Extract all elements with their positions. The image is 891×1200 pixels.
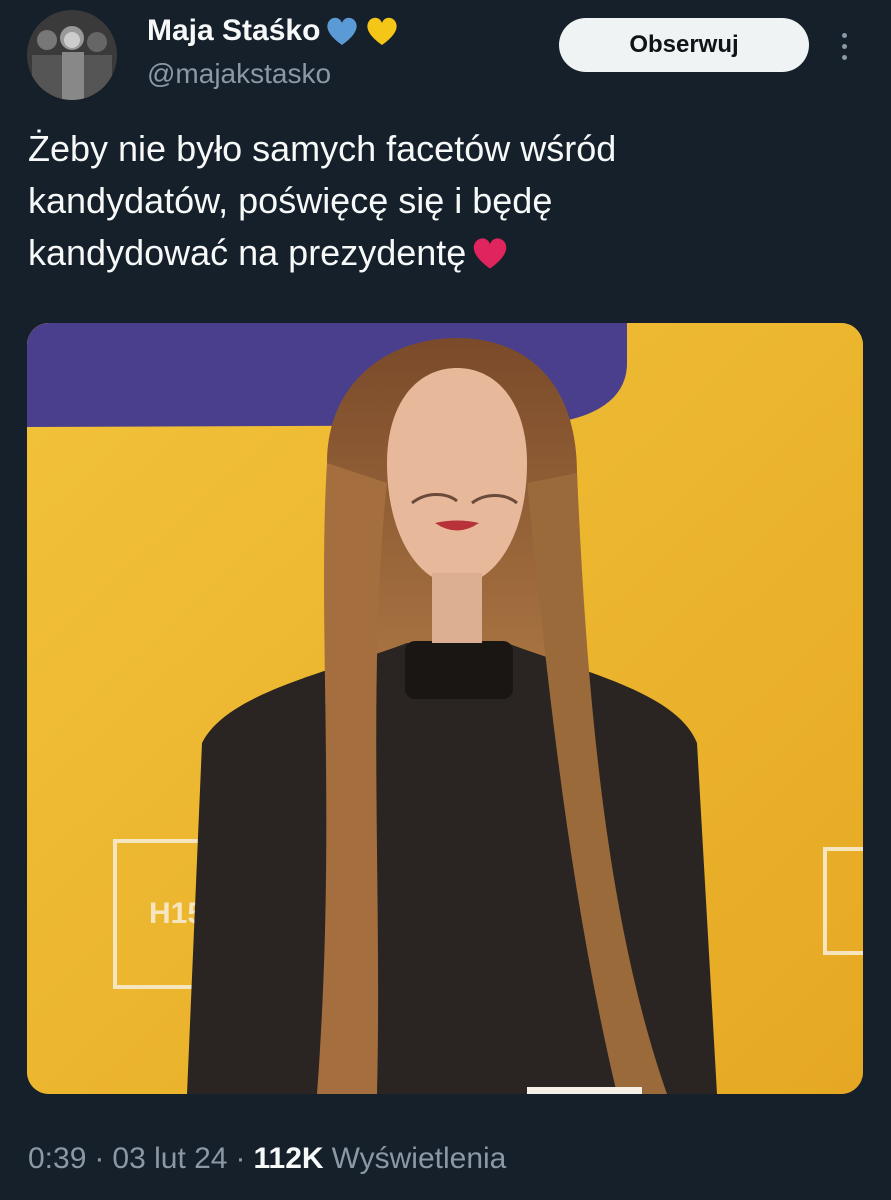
views-count[interactable]: 112K [253, 1142, 323, 1176]
blue-heart-icon [327, 17, 358, 45]
red-heart-icon [474, 238, 507, 269]
meta-separator: · [235, 1142, 246, 1175]
more-vertical-icon[interactable] [828, 26, 860, 66]
tweet-text-line: kandydować na prezydentę [28, 227, 828, 279]
author-name[interactable]: Maja Staśko [147, 14, 320, 48]
tweet-image[interactable]: H15 [27, 323, 863, 1094]
yellow-heart-icon [367, 17, 398, 45]
author-handle[interactable]: @majakstasko [147, 58, 331, 90]
meta-separator: · [94, 1142, 105, 1175]
tweet-date[interactable]: 03 lut 24 [112, 1142, 227, 1176]
tweet-text-line: Żeby nie było samych facetów wśród [28, 128, 617, 169]
author-name-row[interactable]: Maja Staśko [147, 14, 400, 48]
tweet-text-line: kandydatów, poświęcę się i będę [28, 180, 553, 221]
tweet-meta: 0:39 · 03 lut 24 · 112K Wyświetlenia [28, 1142, 506, 1176]
views-label[interactable]: Wyświetlenia [332, 1142, 507, 1176]
tweet-time[interactable]: 0:39 [28, 1142, 86, 1176]
follow-button[interactable]: Obserwuj [559, 18, 809, 72]
tweet-text: Żeby nie było samych facetów wśród kandy… [28, 123, 828, 279]
avatar[interactable] [27, 10, 117, 100]
